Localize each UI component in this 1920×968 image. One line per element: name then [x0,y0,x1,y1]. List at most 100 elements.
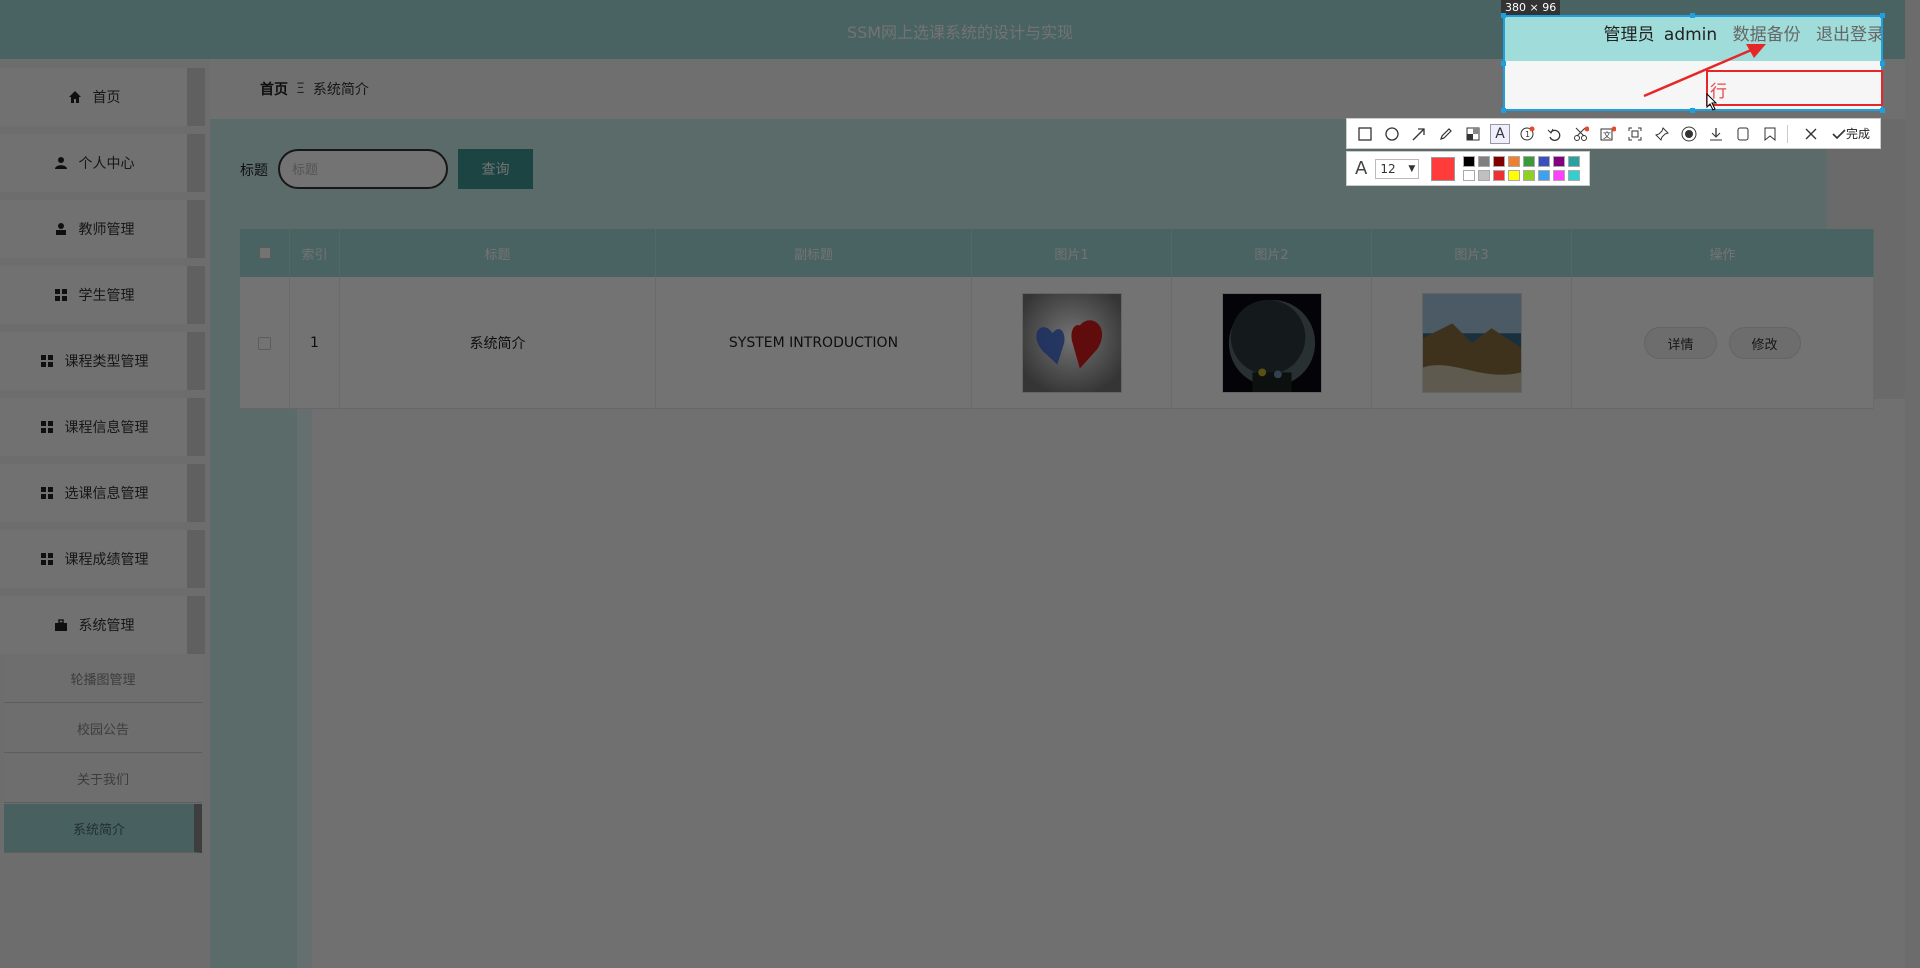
undo-icon[interactable] [1544,124,1564,144]
col-title: 标题 [340,229,656,277]
resize-handle[interactable] [1690,13,1695,18]
hearts-image[interactable] [1021,293,1122,393]
color-swatch[interactable] [1568,156,1581,167]
font-size-select[interactable]: 12 [1375,158,1420,179]
col-subtitle: 副标题 [656,229,972,277]
col-index: 索引 [290,229,340,277]
bookmark-icon[interactable] [1760,124,1780,144]
resize-handle[interactable] [1501,61,1506,66]
record-icon[interactable] [1679,124,1699,144]
color-swatch[interactable] [1538,170,1551,181]
sidebar-item-label: 课程信息管理 [64,420,149,436]
breadcrumb-home[interactable]: 首页 [260,79,288,99]
main-content: 首页 Ξ 系统简介 标题 查询 索引 标题 副标题 图片1 图片2 图片3 操作… [210,59,1910,968]
sidebar-item-course-type[interactable]: 课程类型管理 [0,332,205,390]
col-image1: 图片1 [972,229,1172,277]
breadcrumb-current: 系统简介 [312,82,369,98]
current-color-swatch[interactable] [1431,156,1456,181]
search-input[interactable] [278,149,448,189]
home-icon [67,89,83,105]
arrow-tool-icon[interactable] [1409,124,1429,144]
color-swatch[interactable] [1568,170,1581,181]
color-swatch[interactable] [1553,156,1566,167]
data-table: 索引 标题 副标题 图片1 图片2 图片3 操作 1 系统简介 SYSTEM I… [240,229,1874,409]
cell-subtitle: SYSTEM INTRODUCTION [656,277,972,409]
breadcrumb-separator: Ξ [296,81,305,97]
ellipse-tool-icon[interactable] [1382,124,1402,144]
coast-image[interactable] [1421,293,1522,393]
row-select-cell [240,277,290,409]
grid-icon [39,485,55,501]
color-swatch[interactable] [1508,170,1521,181]
scissors-icon[interactable] [1571,124,1591,144]
resize-handle[interactable] [1880,61,1885,66]
toolbar-divider [1787,124,1791,143]
color-swatch[interactable] [1508,156,1521,167]
color-swatch[interactable] [1478,156,1491,167]
pen-tool-icon[interactable] [1436,124,1456,144]
sidebar-item-teacher[interactable]: 教师管理 [0,200,205,258]
sidebar-item-label: 课程类型管理 [64,354,149,370]
detail-button[interactable]: 详情 [1644,327,1717,359]
sidebar-item-course-info[interactable]: 课程信息管理 [0,398,205,456]
annotation-text-box[interactable] [1706,70,1883,106]
pin-icon[interactable] [1652,124,1672,144]
table-header: 索引 标题 副标题 图片1 图片2 图片3 操作 [240,229,1874,277]
color-swatch[interactable] [1493,170,1506,181]
grid-icon [53,287,69,303]
color-swatch[interactable] [1463,156,1476,167]
sidebar-item-label: 个人中心 [78,156,135,172]
sidebar: 首页 个人中心 教师管理 学生管理 课程类型管理 课程信息管理 选课信息管理 课… [0,59,210,968]
resize-handle[interactable] [1880,13,1885,18]
download-icon[interactable] [1706,124,1726,144]
sidebar-item-home[interactable]: 首页 [0,68,205,126]
page-scrollbar[interactable] [1905,0,1920,968]
resize-handle[interactable] [1880,108,1885,113]
close-icon[interactable] [1801,124,1821,144]
long-capture-icon[interactable] [1625,124,1645,144]
sidebar-item-course-selection[interactable]: 选课信息管理 [0,464,205,522]
sub-item-carousel[interactable]: 轮播图管理 [4,654,202,703]
number-tool-icon[interactable]: 1 [1517,124,1537,144]
done-button[interactable]: 完成 [1832,125,1870,142]
search-label: 标题 [240,163,268,179]
sub-item-about-us[interactable]: 关于我们 [4,754,202,803]
color-palette [1463,156,1581,181]
planet-image[interactable] [1221,293,1322,393]
sub-item-campus-notice[interactable]: 校园公告 [4,704,202,753]
phone-icon[interactable] [1733,124,1753,144]
sidebar-item-student[interactable]: 学生管理 [0,266,205,324]
col-actions: 操作 [1572,229,1874,277]
cell-image1 [972,277,1172,409]
color-swatch[interactable] [1523,170,1536,181]
sidebar-item-course-grades[interactable]: 课程成绩管理 [0,530,205,588]
user-icon [53,155,69,171]
edit-button[interactable]: 修改 [1728,327,1801,359]
color-swatch[interactable] [1478,170,1491,181]
sub-item-system-intro[interactable]: 系统简介 [4,804,202,853]
svg-text:1: 1 [1525,130,1530,139]
text-tool-icon[interactable]: A [1490,123,1510,144]
color-swatch[interactable] [1538,156,1551,167]
cell-image3 [1372,277,1572,409]
resize-handle[interactable] [1501,13,1506,18]
color-swatch[interactable] [1463,170,1476,181]
color-swatch[interactable] [1553,170,1566,181]
resize-handle[interactable] [1501,108,1506,113]
rectangle-tool-icon[interactable] [1355,124,1375,144]
sidebar-item-personal-center[interactable]: 个人中心 [0,134,205,192]
text-options-bar: A 12 [1346,151,1590,186]
search-button[interactable]: 查询 [458,149,533,189]
ocr-icon[interactable]: 文 [1598,124,1618,144]
sidebar-item-label: 教师管理 [78,222,135,238]
checkmark-icon [1832,128,1846,139]
sidebar-item-label: 学生管理 [78,288,135,304]
row-checkbox[interactable] [258,336,271,350]
mosaic-tool-icon[interactable] [1463,124,1483,144]
sidebar-item-label: 首页 [92,90,121,106]
color-swatch[interactable] [1493,156,1506,167]
resize-handle[interactable] [1690,108,1695,113]
color-swatch[interactable] [1523,156,1536,167]
sidebar-item-system-management[interactable]: 系统管理 [0,596,205,654]
select-all-checkbox[interactable] [258,247,271,259]
